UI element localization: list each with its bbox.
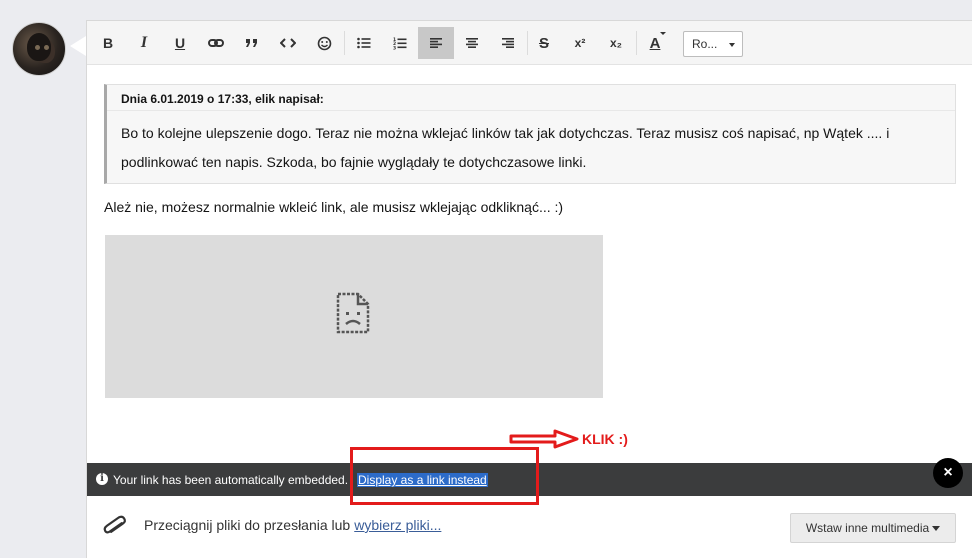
embed-notice-message: Your link has been automatically embedde… xyxy=(113,473,349,487)
toolbar-divider xyxy=(344,31,345,55)
code-button[interactable] xyxy=(270,27,306,59)
reply-text: Ależ nie, możesz normalnie wkleić link, … xyxy=(104,199,564,215)
superscript-button[interactable]: x² xyxy=(562,27,598,59)
quote-line: podlinkować ten napis. Szkoda, bo fajnie… xyxy=(121,154,587,170)
svg-text:3: 3 xyxy=(393,45,396,50)
info-icon: i xyxy=(96,473,108,485)
link-icon xyxy=(208,39,224,47)
editor-content[interactable]: Dnia 6.01.2019 o 17:33, elik napisał: Bo… xyxy=(87,65,972,465)
bullet-list-button[interactable] xyxy=(346,27,382,59)
broken-file-icon xyxy=(336,292,370,334)
annotation-arrow xyxy=(509,429,579,449)
chevron-down-icon xyxy=(932,526,941,532)
chevron-down-icon xyxy=(729,43,735,47)
drag-files-text: Przeciągnij pliki do przesłania lub wybie… xyxy=(144,517,442,533)
strike-button[interactable]: S xyxy=(526,27,562,59)
insert-media-button[interactable]: Wstaw inne multimedia xyxy=(790,513,956,543)
quote-icon xyxy=(246,39,257,47)
paperclip-icon xyxy=(103,515,126,534)
list-ol-icon: 123 xyxy=(393,37,407,50)
align-center-icon xyxy=(466,38,478,48)
align-right-button[interactable] xyxy=(490,27,526,59)
subscript-button[interactable]: x₂ xyxy=(598,27,634,59)
bold-button[interactable]: B xyxy=(90,27,126,59)
align-center-button[interactable] xyxy=(454,27,490,59)
quote-attribution: Dnia 6.01.2019 o 17:33, elik napisał: xyxy=(121,92,324,106)
smilie-button[interactable] xyxy=(306,27,342,59)
quote-line: Bo to kolejne ulepszenie dogo. Teraz nie… xyxy=(121,125,890,141)
smile-icon xyxy=(317,36,331,50)
italic-button[interactable]: I xyxy=(126,27,162,59)
embedded-media[interactable] xyxy=(105,235,603,398)
message-arrow xyxy=(70,36,86,56)
quote-block: Dnia 6.01.2019 o 17:33, elik napisał: Bo… xyxy=(104,84,956,184)
annotation-label: KLIK :) xyxy=(582,431,628,447)
choose-files-link[interactable]: wybierz pliki... xyxy=(354,517,441,533)
align-left-button[interactable] xyxy=(418,27,454,59)
quote-button[interactable] xyxy=(234,27,270,59)
editor-toolbar: B I U 123 S x² x₂ A Ro... xyxy=(87,21,972,65)
text-color-button[interactable]: A xyxy=(637,27,673,59)
link-button[interactable] xyxy=(198,27,234,59)
avatar[interactable] xyxy=(12,22,66,76)
chevron-down-icon xyxy=(660,32,666,35)
align-right-icon xyxy=(502,38,514,48)
underline-button[interactable]: U xyxy=(162,27,198,59)
annotation-highlight-box xyxy=(350,447,539,505)
close-icon: × xyxy=(943,464,953,481)
quote-divider xyxy=(107,110,955,111)
list-ul-icon xyxy=(357,37,371,49)
font-family-select[interactable]: Ro... xyxy=(683,31,743,57)
attachment-bar: Przeciągnij pliki do przesłania lub wybie… xyxy=(87,497,972,558)
align-left-icon xyxy=(430,38,442,48)
quote-text: Bo to kolejne ulepszenie dogo. Teraz nie… xyxy=(121,119,921,177)
number-list-button[interactable]: 123 xyxy=(382,27,418,59)
close-notice-button[interactable]: × xyxy=(933,458,963,488)
code-icon xyxy=(280,38,296,48)
